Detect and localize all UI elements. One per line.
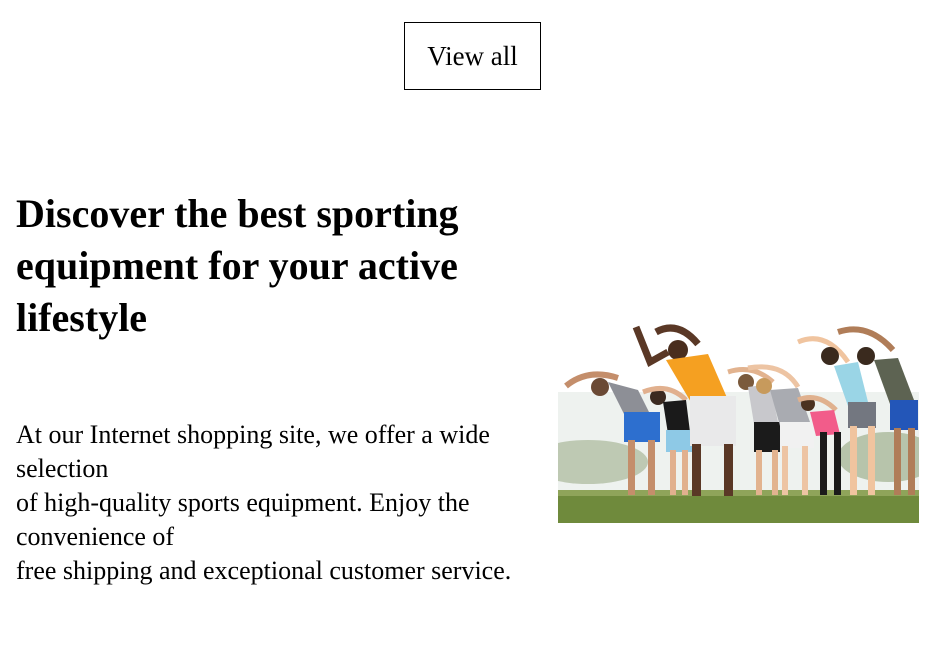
hero-description-line: of high-quality sports equipment. Enjoy … bbox=[16, 488, 470, 551]
hero-description: At our Internet shopping site, we offer … bbox=[16, 418, 556, 588]
hero-title: Discover the best sporting equipment for… bbox=[16, 191, 459, 340]
page: View all Discover the best sporting equi… bbox=[0, 0, 931, 646]
hero-description-line: At our Internet shopping site, we offer … bbox=[16, 420, 490, 483]
hero-description-line: free shipping and exceptional customer s… bbox=[16, 556, 512, 585]
group-stretching-photo bbox=[558, 272, 919, 523]
hero-image bbox=[558, 272, 919, 523]
view-all-button[interactable]: View all bbox=[404, 22, 541, 90]
